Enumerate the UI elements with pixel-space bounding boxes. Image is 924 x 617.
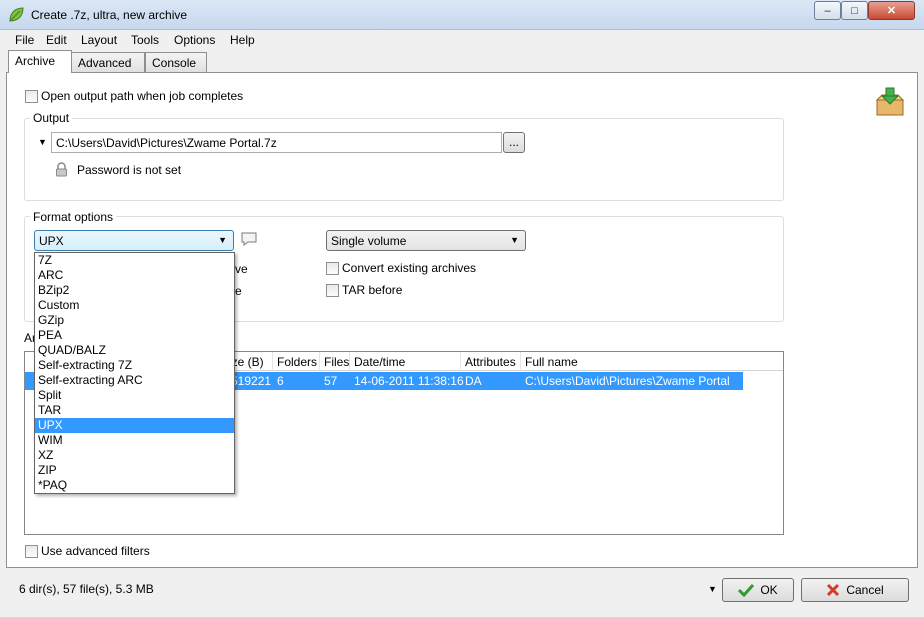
menu-edit[interactable]: Edit xyxy=(46,33,67,47)
volume-select[interactable]: Single volume ▼ xyxy=(326,230,526,251)
cancel-button-label: Cancel xyxy=(846,583,884,597)
tar-before-checkbox[interactable] xyxy=(326,284,339,297)
partial-option-label-1: ve xyxy=(235,262,248,276)
format-select-value: UPX xyxy=(39,234,64,248)
ok-button-label: OK xyxy=(760,583,778,597)
cell-fullname: C:\Users\David\Pictures\Zwame Portal xyxy=(525,374,730,388)
format-option[interactable]: 7Z xyxy=(35,253,234,268)
menu-options[interactable]: Options xyxy=(174,33,215,47)
cancel-button[interactable]: Cancel xyxy=(801,578,909,602)
cell-attributes: DA xyxy=(465,374,482,388)
output-path-field[interactable]: C:\Users\David\Pictures\Zwame Portal.7z xyxy=(51,132,502,153)
tar-before-label: TAR before xyxy=(342,283,403,297)
column-header-datetime[interactable]: Date/time xyxy=(350,352,461,371)
volume-select-value: Single volume xyxy=(331,234,407,248)
app-leaf-icon xyxy=(9,7,24,22)
format-option[interactable]: XZ xyxy=(35,448,234,463)
ok-button[interactable]: OK xyxy=(722,578,794,602)
checkmark-icon xyxy=(738,583,755,597)
format-dropdown-list[interactable]: 7Z ARC BZip2 Custom GZip PEA QUAD/BALZ S… xyxy=(34,252,235,494)
output-group-title: Output xyxy=(30,111,73,125)
lock-icon[interactable] xyxy=(55,162,68,177)
menu-tools[interactable]: Tools xyxy=(131,33,159,47)
format-select[interactable]: UPX ▼ xyxy=(34,230,234,251)
tab-advanced[interactable]: Advanced xyxy=(71,52,145,72)
column-header-files[interactable]: Files xyxy=(320,352,350,371)
password-status: Password is not set xyxy=(77,163,182,177)
open-output-checkbox[interactable] xyxy=(25,90,38,103)
convert-archives-label: Convert existing archives xyxy=(342,261,477,275)
minimize-button[interactable]: – xyxy=(814,1,841,20)
advanced-filters-label: Use advanced filters xyxy=(41,544,150,558)
format-option[interactable]: WIM xyxy=(35,433,234,448)
open-output-label: Open output path when job completes xyxy=(41,89,244,103)
format-option[interactable]: TAR xyxy=(35,403,234,418)
format-option[interactable]: PEA xyxy=(35,328,234,343)
menu-layout[interactable]: Layout xyxy=(81,33,117,47)
format-option[interactable]: QUAD/BALZ xyxy=(35,343,234,358)
tab-console[interactable]: Console xyxy=(145,52,207,72)
convert-archives-checkbox[interactable] xyxy=(326,262,339,275)
format-option[interactable]: GZip xyxy=(35,313,234,328)
format-option[interactable]: Custom xyxy=(35,298,234,313)
tab-archive[interactable]: Archive xyxy=(8,50,72,73)
advanced-filters-checkbox[interactable] xyxy=(25,545,38,558)
format-option[interactable]: ZIP xyxy=(35,463,234,478)
chevron-down-icon: ▼ xyxy=(510,235,519,245)
column-header-fullname[interactable]: Full name xyxy=(521,352,783,371)
maximize-button[interactable]: □ xyxy=(841,1,868,20)
ok-options-dropdown-icon[interactable]: ▼ xyxy=(708,584,717,594)
format-option[interactable]: Split xyxy=(35,388,234,403)
cell-files: 57 xyxy=(324,374,338,388)
status-summary: 6 dir(s), 57 file(s), 5.3 MB xyxy=(19,582,154,596)
format-option[interactable]: ARC xyxy=(35,268,234,283)
column-header-attributes[interactable]: Attributes xyxy=(461,352,521,371)
archive-box-icon xyxy=(875,87,905,116)
format-option-selected[interactable]: UPX xyxy=(35,418,234,433)
browse-button[interactable]: ... xyxy=(503,132,525,153)
chevron-down-icon: ▼ xyxy=(218,235,227,245)
menu-file[interactable]: File xyxy=(15,33,34,47)
format-options-title: Format options xyxy=(30,210,117,224)
format-option[interactable]: Self-extracting 7Z xyxy=(35,358,234,373)
menu-help[interactable]: Help xyxy=(230,33,255,47)
comment-icon[interactable] xyxy=(240,231,258,247)
format-option[interactable]: BZip2 xyxy=(35,283,234,298)
menu-bar: File Edit Layout Tools Options Help xyxy=(0,30,924,50)
cancel-x-icon xyxy=(827,583,840,597)
close-button[interactable]: ✕ xyxy=(868,1,915,20)
format-option[interactable]: *PAQ xyxy=(35,478,234,493)
window-title: Create .7z, ultra, new archive xyxy=(31,8,188,22)
title-bar: Create .7z, ultra, new archive – □ ✕ xyxy=(0,0,924,30)
cell-size: 519221 xyxy=(231,374,272,388)
cell-datetime: 14-06-2011 11:38:16 xyxy=(354,374,464,388)
column-header-folders[interactable]: Folders xyxy=(273,352,320,371)
partial-option-label-2: e xyxy=(235,284,242,298)
cell-folders: 6 xyxy=(277,374,284,388)
output-group xyxy=(24,118,784,201)
output-history-dropdown-icon[interactable]: ▼ xyxy=(38,137,47,147)
format-option[interactable]: Self-extracting ARC xyxy=(35,373,234,388)
